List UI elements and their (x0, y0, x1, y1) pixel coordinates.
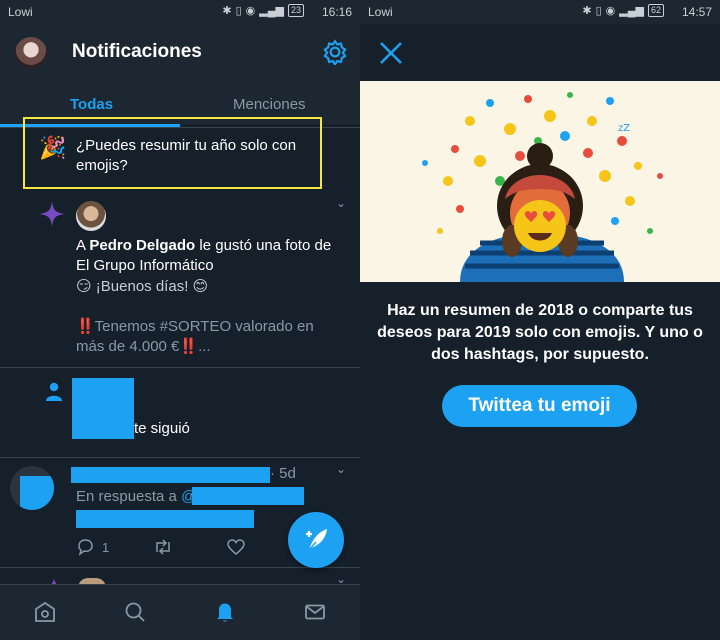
clock: 16:16 (321, 5, 352, 19)
follow-text: te siguió (134, 420, 190, 437)
signal-icon: ▂▄▆ (259, 5, 284, 17)
vibrate-icon: ▯ (235, 5, 242, 17)
chevron-down-icon[interactable]: ⌄ (336, 196, 346, 210)
reply-action[interactable]: 1 (76, 538, 109, 556)
vibrate-icon: ▯ (595, 5, 602, 17)
tab-todas[interactable]: Todas (70, 96, 113, 113)
eye-icon: ◉ (245, 5, 256, 17)
avatar-pedro-delgado[interactable] (76, 201, 106, 231)
close-icon[interactable] (378, 40, 404, 66)
reply-prefix: En respuesta a (76, 488, 182, 505)
reply-count: 1 (102, 539, 110, 555)
reply-timestamp: · 5d (270, 465, 296, 482)
reply-author-avatar[interactable] (10, 466, 54, 510)
reply-icon (78, 539, 93, 556)
chevron-down-icon[interactable]: ⌄ (336, 462, 346, 476)
clock: 14:57 (681, 5, 712, 19)
person-icon (46, 382, 62, 401)
redacted-avatar (72, 378, 134, 439)
notifications-screen: Lowi ✱ ▯ ◉ ▂▄▆ 23 16:16 Notificaciones T… (0, 0, 360, 640)
status-icons: ✱ ▯ ◉ ▂▄▆ 23 (222, 4, 304, 17)
like-notification[interactable]: ⌄ A Pedro Delgado le gustó una foto de E… (0, 192, 360, 368)
promo-text: Haz un resumen de 2018 o comparte tus de… (377, 302, 703, 363)
bottom-navigation (0, 584, 360, 640)
tab-menciones[interactable]: Menciones (233, 96, 306, 113)
app-header: Notificaciones Todas Menciones (0, 24, 360, 128)
home-icon[interactable] (33, 600, 57, 624)
retweet-icon[interactable] (153, 538, 173, 556)
compose-tweet-button[interactable] (288, 512, 344, 568)
battery-icon: 62 (647, 4, 664, 17)
carrier-name: Lowi (8, 5, 33, 19)
follow-notification[interactable]: te siguió (0, 368, 360, 458)
emoji-illustration-art: zZ (422, 92, 663, 282)
redacted-avatar-overlay (20, 476, 54, 510)
bluetooth-icon: ✱ (582, 5, 592, 17)
like-prefix: A (76, 237, 90, 254)
notifications-bell-icon[interactable] (213, 600, 237, 624)
bluetooth-icon: ✱ (222, 5, 232, 17)
messages-envelope-icon[interactable] (303, 600, 327, 624)
prompt-text: ¿Puedes resumir tu año solo con emojis? (76, 137, 297, 174)
svg-text:zZ: zZ (618, 123, 630, 134)
emoji-head-illustration: zZ (360, 81, 720, 282)
liker-name[interactable]: Pedro Delgado (89, 237, 195, 254)
compose-feather-icon (306, 529, 327, 551)
heart-icon[interactable] (227, 538, 245, 556)
tweet-actions: 1 (76, 538, 245, 556)
eye-icon: ◉ (605, 5, 616, 17)
profile-avatar[interactable] (15, 37, 47, 69)
redacted-reply-body (76, 510, 254, 528)
status-bar: Lowi ✱ ▯ ◉ ▂▄▆ 23 16:16 (0, 0, 360, 24)
battery-icon: 23 (287, 4, 304, 17)
signal-icon: ▂▄▆ (619, 5, 644, 17)
settings-gear-icon[interactable] (322, 39, 348, 65)
carrier-name: Lowi (368, 5, 393, 19)
sparkle-icon (39, 201, 65, 227)
liked-post-caption: 😏 ¡Buenos días! 😊 (76, 278, 209, 295)
emoji-year-prompt-card[interactable]: 🎉 ¿Puedes resumir tu año solo con emojis… (23, 117, 322, 189)
redacted-mention (192, 487, 304, 505)
heart-eyes-emoji (514, 200, 566, 252)
liked-post-preview: ‼️Tenemos #SORTEO valorado en más de 4.0… (76, 318, 314, 355)
tweet-your-emoji-button[interactable]: Twittea tu emoji (442, 385, 637, 427)
search-icon[interactable] (123, 600, 147, 624)
party-popper-icon: 🎉 (39, 135, 67, 160)
status-bar: Lowi ✱ ▯ ◉ ▂▄▆ 62 14:57 (360, 0, 720, 24)
status-icons: ✱ ▯ ◉ ▂▄▆ 62 (582, 4, 664, 17)
page-title: Notificaciones (72, 41, 202, 62)
in-reply-to-label: En respuesta a @ (76, 488, 196, 505)
like-notification-text: A Pedro Delgado le gustó una foto de El … (76, 236, 346, 276)
redacted-author-name (71, 467, 270, 483)
